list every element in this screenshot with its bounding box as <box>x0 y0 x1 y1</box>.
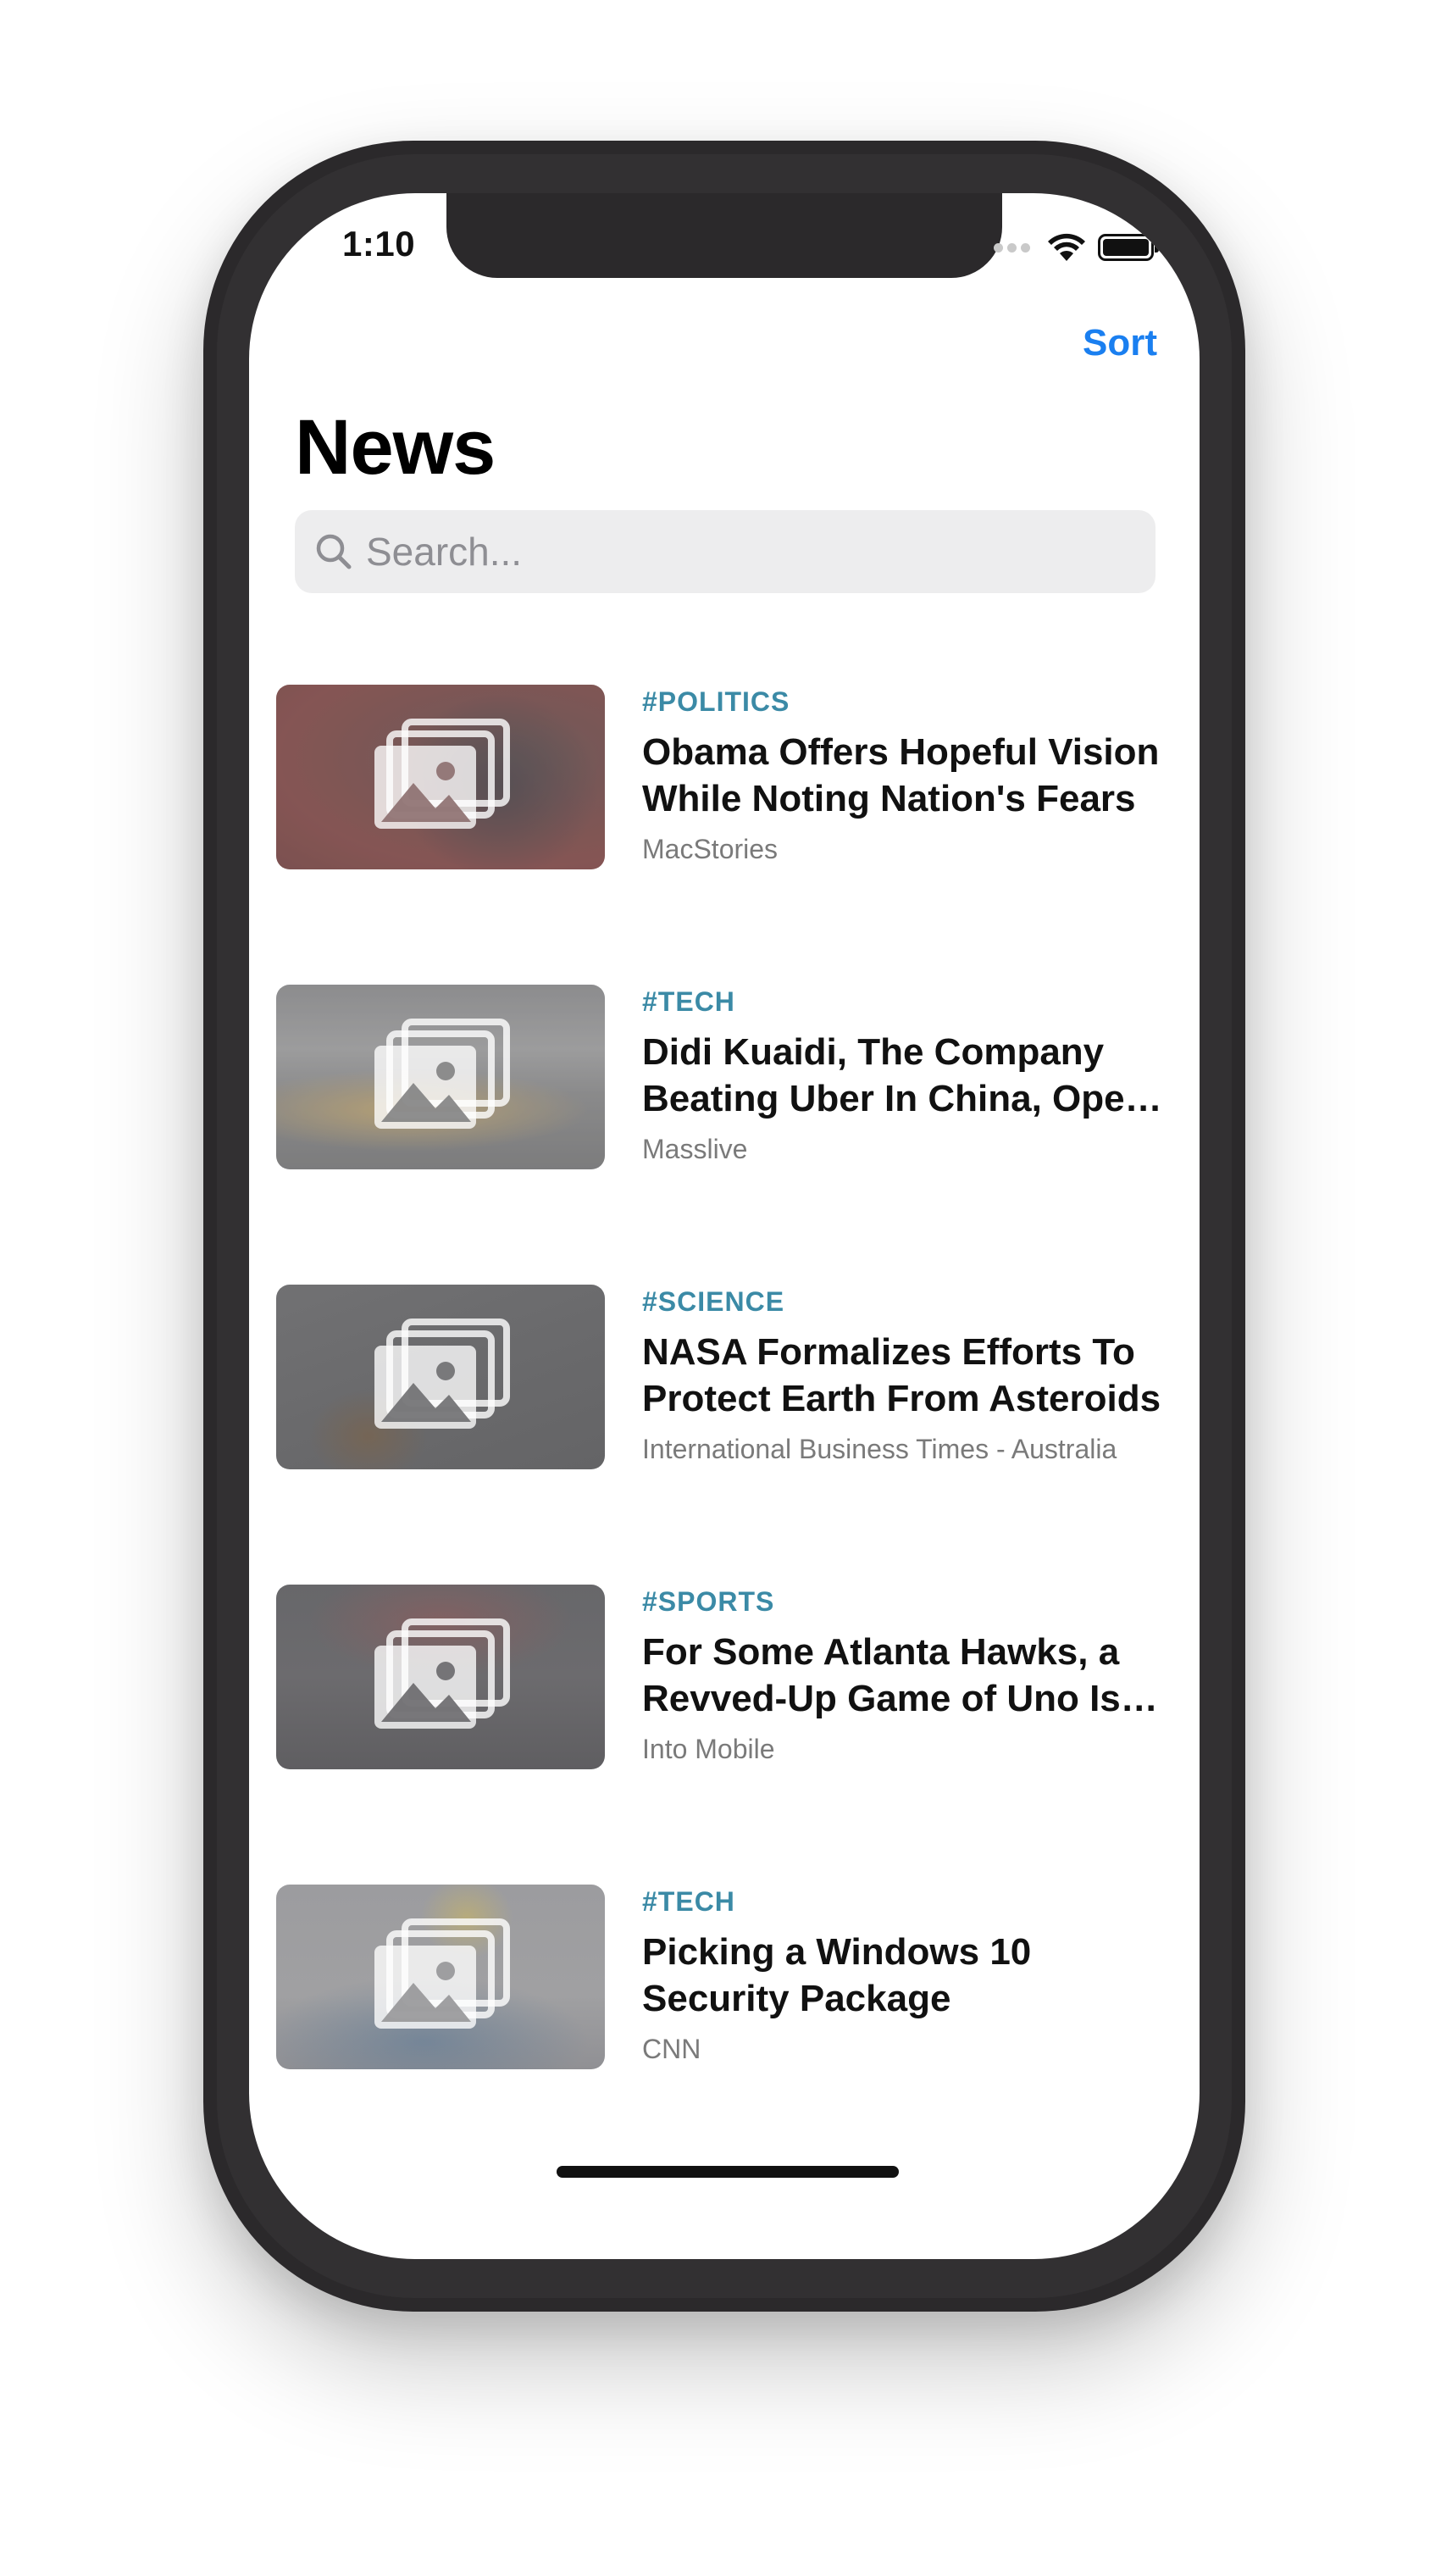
article-text: #TECH Didi Kuaidi, The Company Beating U… <box>642 985 1174 1165</box>
article-headline: Picking a Windows 10 Security Package <box>642 1931 1032 2019</box>
image-placeholder-icon <box>374 1918 510 2029</box>
article-tag[interactable]: #TECH <box>642 1885 1174 1918</box>
article-source: CNN <box>642 2034 701 2064</box>
article-tag[interactable]: #SCIENCE <box>642 1285 1174 1319</box>
article-headline: Didi Kuaidi, The Company Beating Uber In… <box>642 1031 1168 1119</box>
status-time: 1:10 <box>342 224 416 264</box>
article-text: #SPORTS For Some Atlanta Hawks, a Revved… <box>642 1585 1174 1765</box>
article-headline: NASA Formalizes Efforts To Protect Earth… <box>642 1331 1161 1419</box>
phone-frame: 1:10 Sort News Search... #POLITICS Obama… <box>203 141 1245 2312</box>
article-headline: For Some Atlanta Hawks, a Revved-Up Game… <box>642 1631 1121 1719</box>
cellular-signal-icon <box>994 242 1030 253</box>
article-thumbnail <box>276 685 605 869</box>
news-item[interactable]: #SCIENCE NASA Formalizes Efforts To Prot… <box>276 1285 1174 1471</box>
article-source: Masslive <box>642 1134 748 1164</box>
article-headline: Obama Offers Hopeful Vision While Noting… <box>642 731 1160 819</box>
app-screen: 1:10 Sort News Search... #POLITICS Obama… <box>249 193 1200 2259</box>
wifi-icon <box>1047 232 1086 263</box>
device-notch <box>446 193 1002 278</box>
image-placeholder-icon <box>374 1618 510 1729</box>
article-thumbnail <box>276 1885 605 2069</box>
article-source: MacStories <box>642 834 779 864</box>
article-tag[interactable]: #POLITICS <box>642 685 1174 719</box>
image-placeholder-icon <box>374 1019 510 1129</box>
image-placeholder-icon <box>374 1319 510 1429</box>
device-mockup-canvas: 1:10 Sort News Search... #POLITICS Obama… <box>0 0 1452 2576</box>
status-icons <box>994 230 1159 264</box>
article-tag[interactable]: #TECH <box>642 985 1174 1019</box>
article-text: #POLITICS Obama Offers Hopeful Vision Wh… <box>642 685 1174 865</box>
article-tag[interactable]: #SPORTS <box>642 1585 1174 1618</box>
article-source: International Business Times - Australia <box>642 1434 1117 1464</box>
search-icon <box>316 534 352 569</box>
article-thumbnail <box>276 1285 605 1469</box>
news-item[interactable]: #TECH Didi Kuaidi, The Company Beating U… <box>276 985 1174 1171</box>
home-indicator[interactable] <box>557 2166 899 2178</box>
news-item[interactable]: #TECH Picking a Windows 10 Security Pack… <box>276 1885 1174 2071</box>
news-item[interactable]: #SPORTS For Some Atlanta Hawks, a Revved… <box>276 1585 1174 1771</box>
article-thumbnail <box>276 985 605 1169</box>
search-bar[interactable] <box>295 510 1156 593</box>
article-source: Into Mobile <box>642 1734 775 1764</box>
search-input[interactable] <box>366 529 1128 575</box>
battery-icon <box>1098 234 1159 261</box>
article-text: #TECH Picking a Windows 10 Security Pack… <box>642 1885 1174 2065</box>
image-placeholder-icon <box>374 719 510 829</box>
article-thumbnail <box>276 1585 605 1769</box>
sort-button[interactable]: Sort <box>1083 322 1157 364</box>
page-title: News <box>295 404 496 491</box>
news-item[interactable]: #POLITICS Obama Offers Hopeful Vision Wh… <box>276 685 1174 871</box>
article-text: #SCIENCE NASA Formalizes Efforts To Prot… <box>642 1285 1174 1465</box>
